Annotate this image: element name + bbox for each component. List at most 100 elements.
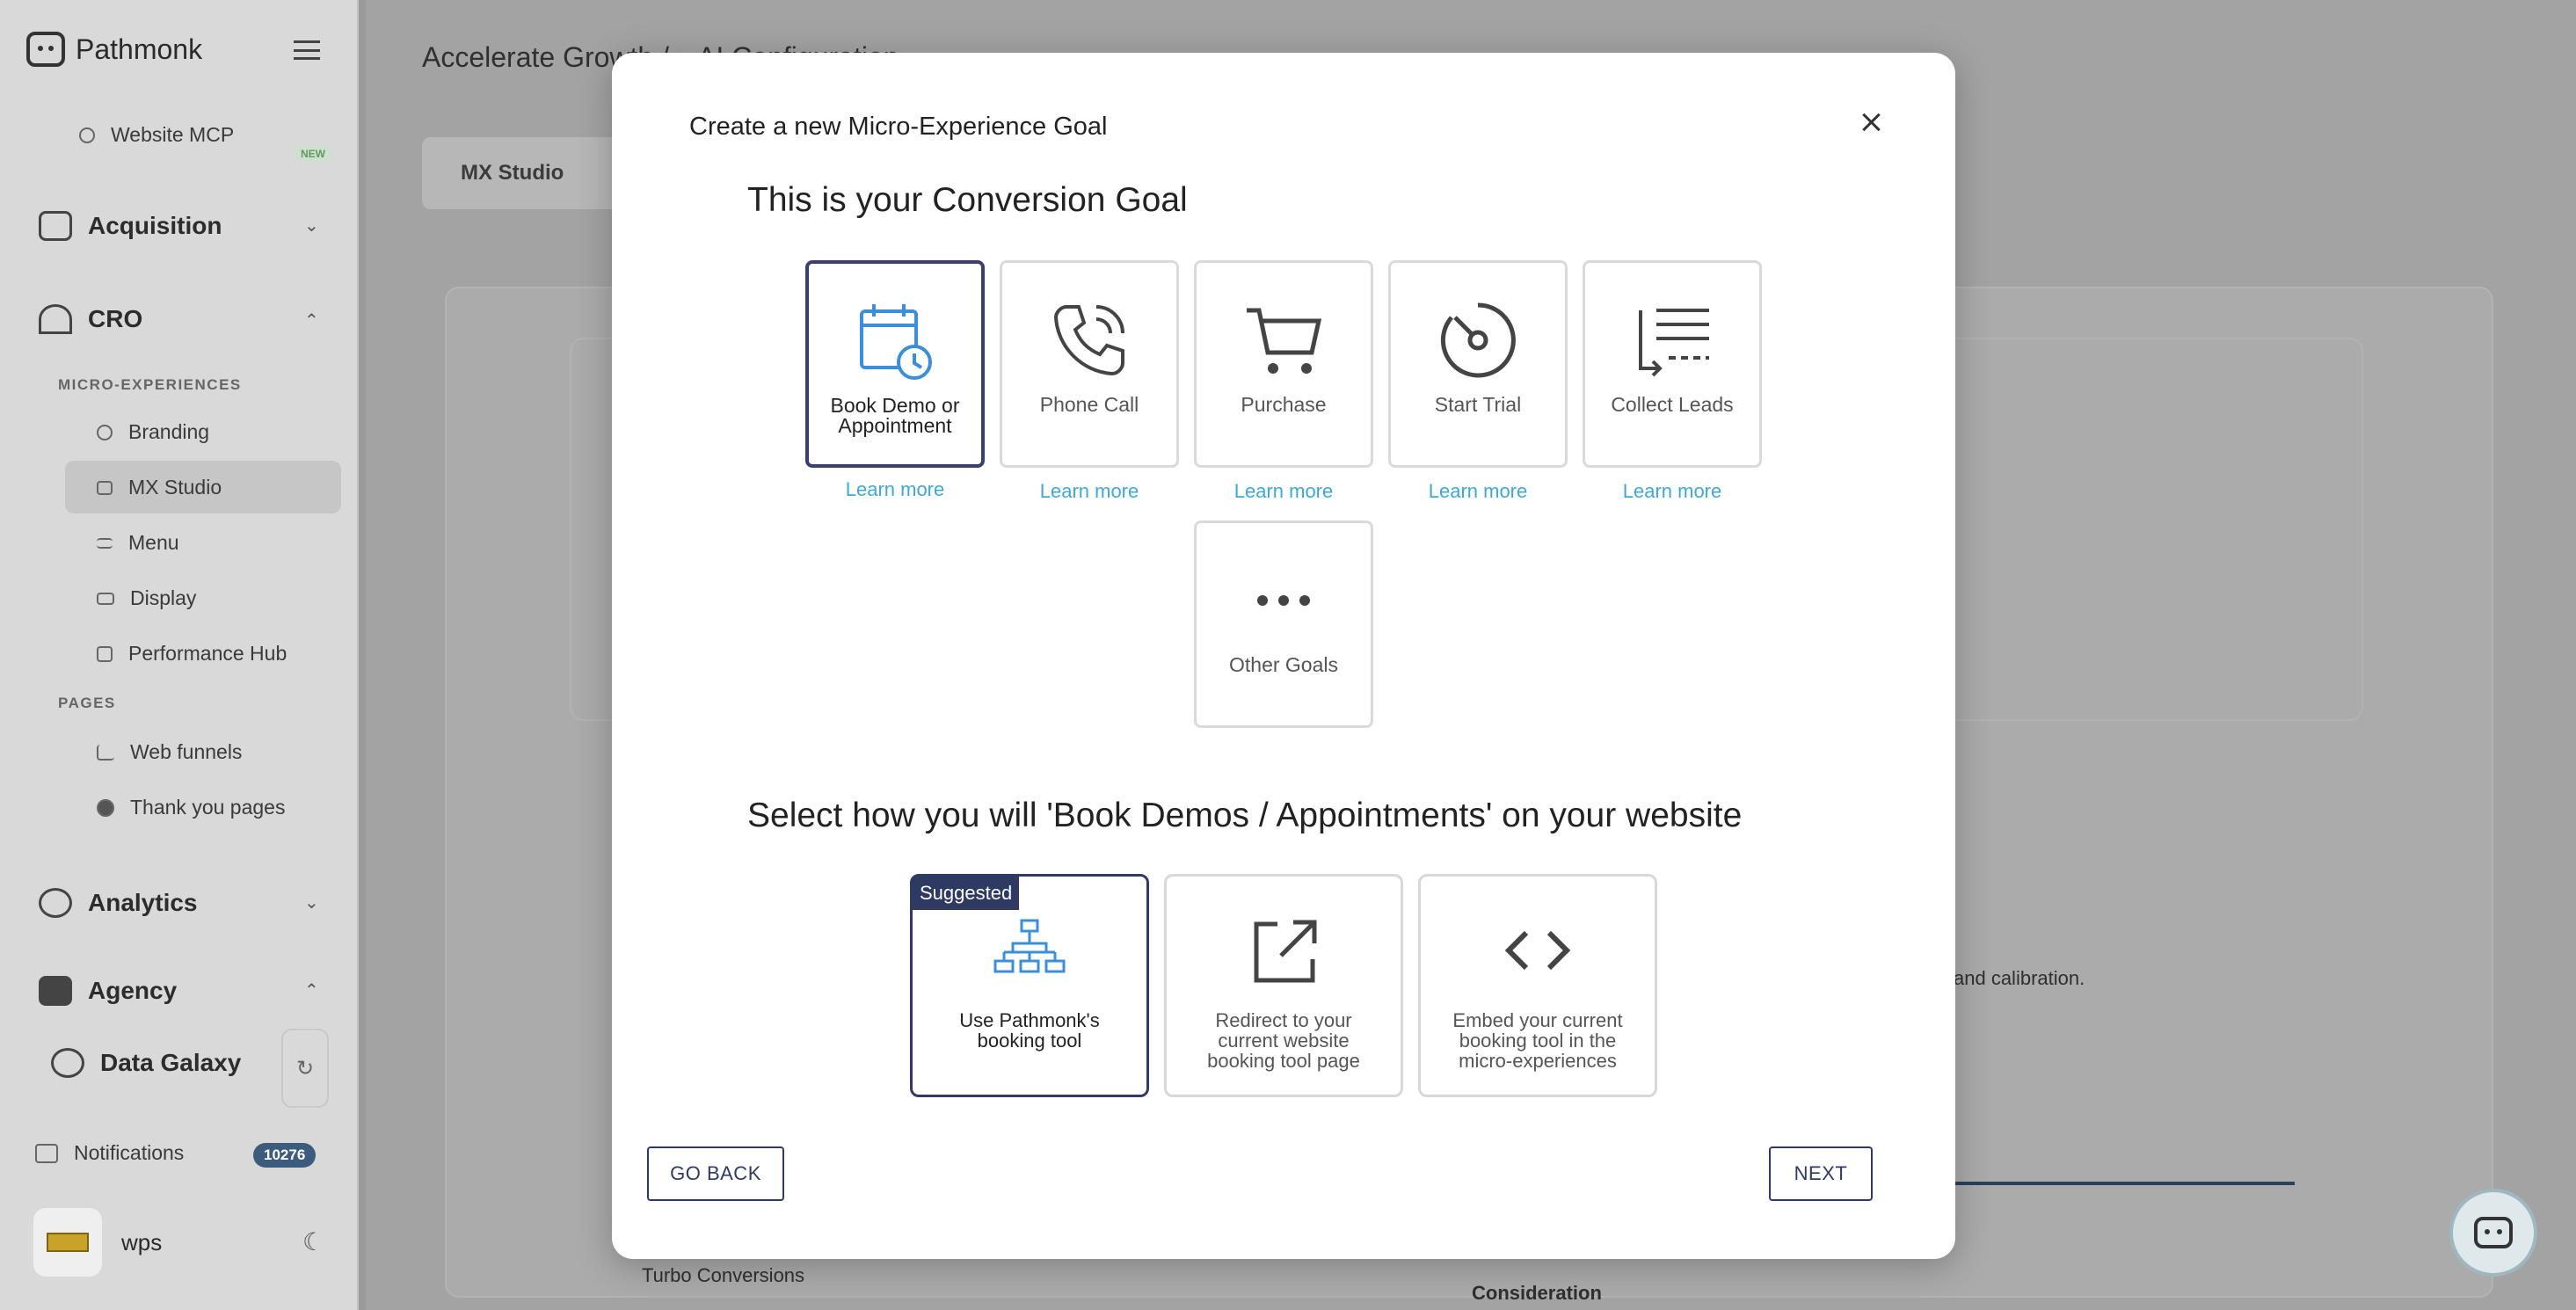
sidebar-group-analytics[interactable]: Analytics (39, 888, 198, 918)
sidebar-item-performance-hub[interactable]: Performance Hub (97, 642, 287, 666)
code-icon (1504, 930, 1571, 971)
calendar-clock-icon (860, 304, 932, 380)
goal-label: Book Demo or Appointment (830, 394, 960, 437)
sidebar-item-mx-studio[interactable]: MX Studio (97, 476, 222, 499)
menu-toggle-icon[interactable] (294, 40, 320, 60)
chevron-up-icon[interactable]: ⌃ (304, 309, 319, 331)
conversion-goal-heading: This is your Conversion Goal (747, 181, 1188, 219)
suggested-badge: Suggested (913, 877, 1020, 910)
section-label-micro-experiences: MICRO-EXPERIENCES (58, 376, 242, 393)
method-card-pathmonk-booking[interactable]: Suggested Use Pathmonk's booking tool (910, 874, 1149, 1097)
method-label: Use Pathmonk's booking tool (959, 1009, 1100, 1052)
method-card-embed[interactable]: Embed your current booking tool in the m… (1418, 874, 1657, 1097)
chevron-up-icon[interactable]: ⌃ (304, 979, 319, 1001)
user-name: wps (121, 1229, 163, 1255)
turbo-select[interactable]: Turbo Conversions (642, 1264, 804, 1287)
planet-icon (51, 1048, 84, 1078)
sidebar-item-data-galaxy[interactable]: Data Galaxy (51, 1048, 241, 1078)
method-label: Redirect to your current website booking… (1207, 1009, 1360, 1073)
create-goal-modal: Create a new Micro-Experience Goal This … (612, 53, 1955, 1259)
learn-more-link-start-trial[interactable]: Learn more (1388, 480, 1568, 503)
learn-more-link-phone-call[interactable]: Learn more (1000, 480, 1179, 503)
method-label: Embed your current booking tool in the m… (1452, 1009, 1623, 1073)
sitemap-icon (993, 919, 1066, 973)
goal-label: Phone Call (1039, 393, 1139, 416)
envelope-icon (35, 1143, 58, 1163)
sidebar-item-notifications[interactable]: Notifications (35, 1141, 184, 1165)
close-icon[interactable] (1859, 109, 1885, 135)
goal-label: Purchase (1241, 393, 1327, 416)
sidebar-item-branding[interactable]: Branding (97, 420, 209, 444)
sidebar-group-acquisition[interactable]: Acquisition (39, 211, 222, 241)
new-badge: NEW (295, 146, 331, 162)
goal-card-purchase[interactable]: Purchase (1194, 260, 1373, 468)
learn-more-link-book-demo[interactable]: Learn more (805, 478, 985, 501)
palette-icon (97, 424, 113, 440)
analytics-icon (39, 888, 72, 918)
sidebar-item-label: Website MCP (111, 123, 235, 146)
sidebar-item-label: Data Galaxy (100, 1049, 242, 1076)
sidebar-item-label: Thank you pages (130, 796, 286, 819)
learn-more-link-purchase[interactable]: Learn more (1194, 480, 1373, 503)
list-arrow-icon (1639, 309, 1709, 377)
megaphone-icon (39, 211, 72, 241)
chevron-down-icon[interactable]: ⌄ (304, 892, 319, 913)
sidebar-group-label: Analytics (88, 889, 198, 916)
moon-icon[interactable]: ☾ (302, 1227, 324, 1256)
goal-card-other-goals[interactable]: Other Goals (1194, 520, 1373, 728)
booking-method-heading: Select how you will 'Book Demos / Appoin… (747, 797, 1743, 834)
dashboard-icon (97, 645, 113, 662)
stage-label: Consideration (1472, 1282, 1602, 1304)
tab-mx-studio[interactable]: MX Studio (422, 137, 633, 209)
next-button[interactable]: NEXT (1769, 1146, 1873, 1201)
avatar-image (47, 1233, 89, 1252)
goal-label: Collect Leads (1611, 393, 1734, 416)
sidebar-group-label: CRO (88, 305, 143, 332)
sidebar: Pathmonk Website MCP NEW Acquisition ⌄ C… (0, 0, 359, 1310)
sidebar-item-label: Menu (128, 531, 179, 554)
external-link-icon (1254, 920, 1317, 983)
app-name: Pathmonk (76, 33, 203, 65)
display-icon (97, 592, 114, 605)
sidebar-item-display[interactable]: Display (97, 586, 196, 610)
goal-card-collect-leads[interactable]: Collect Leads (1583, 260, 1762, 468)
check-circle-icon (97, 798, 114, 817)
sidebar-item-web-funnels[interactable]: Web funnels (97, 740, 242, 764)
chevron-down-icon[interactable]: ⌄ (304, 215, 319, 237)
section-label-pages: PAGES (58, 695, 116, 711)
modal-title: Create a new Micro-Experience Goal (689, 113, 1108, 141)
learn-more-link-collect-leads[interactable]: Learn more (1583, 480, 1762, 503)
menu-lines-icon (97, 537, 113, 549)
dial-icon (1440, 302, 1516, 378)
assistant-button[interactable] (2449, 1189, 2537, 1277)
sidebar-item-menu[interactable]: Menu (97, 531, 179, 555)
phone-icon (1053, 305, 1124, 376)
app-logo[interactable]: Pathmonk (26, 32, 202, 67)
sidebar-item-label: Performance Hub (128, 642, 287, 665)
sidebar-item-label: Display (130, 586, 197, 609)
sidebar-item-label: Notifications (74, 1141, 185, 1164)
goal-label: Other Goals (1229, 653, 1338, 676)
sidebar-group-label: Agency (88, 977, 178, 1004)
sidebar-item-thank-you-pages[interactable]: Thank you pages (97, 796, 285, 819)
sidebar-group-cro[interactable]: CRO (39, 304, 142, 334)
refresh-icon[interactable]: ↻ (281, 1029, 329, 1108)
background-description: and calibration. (1954, 967, 2085, 989)
pathmonk-logo-icon (26, 32, 65, 67)
sidebar-group-label: Acquisition (88, 212, 222, 239)
gauge-icon (39, 304, 72, 334)
sidebar-item-label: MX Studio (128, 476, 222, 499)
go-back-button[interactable]: GO BACK (647, 1146, 784, 1201)
sidebar-item-website-mcp[interactable]: Website MCP (79, 123, 234, 147)
dots-icon (1257, 595, 1310, 606)
robot-icon (2474, 1217, 2513, 1248)
sidebar-group-agency[interactable]: Agency (39, 976, 177, 1006)
goal-card-start-trial[interactable]: Start Trial (1388, 260, 1568, 468)
method-card-redirect[interactable]: Redirect to your current website booking… (1164, 874, 1403, 1097)
avatar[interactable] (33, 1208, 102, 1277)
goal-label: Start Trial (1434, 393, 1522, 416)
goal-card-book-demo[interactable]: Book Demo or Appointment (805, 260, 985, 468)
users-icon (39, 976, 72, 1006)
goal-card-phone-call[interactable]: Phone Call (1000, 260, 1179, 468)
sidebar-item-label: Branding (128, 420, 210, 443)
